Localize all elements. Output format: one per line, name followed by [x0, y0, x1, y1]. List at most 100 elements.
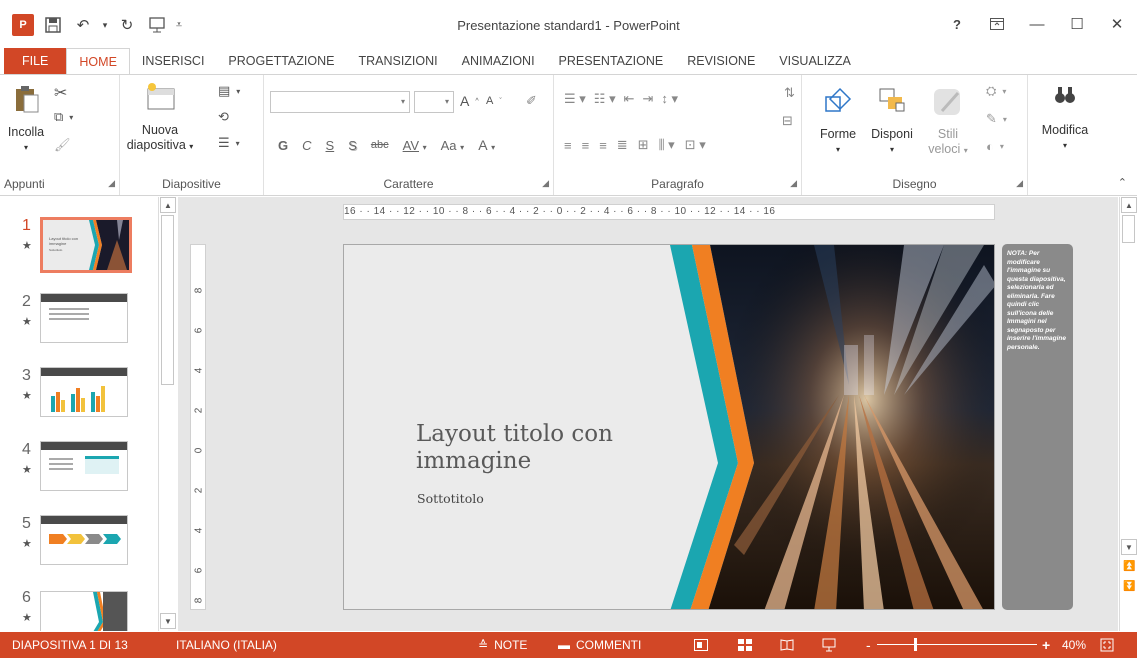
- smartart-icon[interactable]: ⊡ ▾: [685, 137, 706, 153]
- undo-dropdown-icon[interactable]: ▾: [98, 14, 112, 36]
- copy-button[interactable]: ⧉ ▾: [54, 109, 73, 125]
- previous-slide-icon[interactable]: ⏫: [1123, 561, 1135, 572]
- font-name-combo[interactable]: ▾: [270, 91, 410, 113]
- numbering-icon[interactable]: ☷ ▾: [594, 91, 616, 107]
- ribbon-display-options-icon[interactable]: [977, 10, 1017, 38]
- shrink-font-button[interactable]: Aˇ: [486, 95, 502, 107]
- text-direction-icon[interactable]: ⇅: [784, 85, 795, 101]
- underline-button[interactable]: S: [326, 138, 335, 153]
- clipboard-launcher-icon[interactable]: ◢: [108, 178, 115, 189]
- shapes-button[interactable]: Forme ▾: [812, 85, 864, 157]
- tab-file[interactable]: FILE: [4, 48, 67, 74]
- decrease-indent-icon[interactable]: ⇤: [624, 91, 635, 107]
- tab-slideshow[interactable]: PRESENTAZIONE: [547, 48, 676, 74]
- thumbnails-scrollbar[interactable]: ▲ ▼: [158, 197, 176, 631]
- increase-indent-icon[interactable]: ⇥: [643, 91, 654, 107]
- grow-font-button[interactable]: A ^: [460, 93, 479, 109]
- strikethrough-button[interactable]: abc: [371, 139, 389, 151]
- customize-qat-icon[interactable]: ⩡: [172, 14, 186, 36]
- paste-button[interactable]: Incolla ▾: [4, 83, 48, 155]
- fit-slide-icon[interactable]: [1100, 632, 1114, 658]
- section-button[interactable]: ☰ ▾: [218, 135, 240, 151]
- change-case-button[interactable]: Aa ▾: [441, 138, 465, 153]
- tab-view[interactable]: VISUALIZZA: [767, 48, 863, 74]
- slide-subtitle[interactable]: Sottotitolo: [417, 491, 484, 506]
- font-size-combo[interactable]: ▾: [414, 91, 454, 113]
- slide-scrollbar[interactable]: ▲ ▼ ⏫ ⏬: [1119, 197, 1137, 631]
- normal-view-icon[interactable]: [694, 632, 708, 658]
- cut-button[interactable]: ✂: [54, 83, 67, 103]
- slide-thumbnail-3[interactable]: [40, 367, 128, 417]
- bold-button[interactable]: G: [278, 138, 288, 153]
- thumbnails-scroll-thumb[interactable]: [161, 215, 174, 385]
- zoom-out-button[interactable]: -: [866, 632, 871, 658]
- bullets-icon[interactable]: ☰ ▾: [564, 91, 586, 107]
- align-center-icon[interactable]: ≡: [582, 138, 590, 153]
- zoom-in-button[interactable]: +: [1042, 632, 1050, 658]
- close-icon[interactable]: ✕: [1097, 10, 1137, 38]
- undo-icon[interactable]: ↶: [68, 14, 98, 36]
- tab-home[interactable]: HOME: [66, 48, 130, 75]
- start-from-beginning-icon[interactable]: [142, 14, 172, 36]
- reset-button[interactable]: ⟲: [218, 109, 229, 125]
- format-painter-button[interactable]: 🖌: [54, 137, 71, 153]
- character-spacing-button[interactable]: AV ▾: [403, 138, 427, 153]
- scroll-up-icon[interactable]: ▲: [1121, 197, 1137, 213]
- columns-icon[interactable]: ⫼ ▾: [659, 137, 675, 153]
- slide-count-status[interactable]: DIAPOSITIVA 1 DI 13: [12, 632, 128, 658]
- scroll-down-icon[interactable]: ▼: [160, 613, 176, 629]
- reading-view-icon[interactable]: [780, 632, 794, 658]
- help-button[interactable]: ?: [937, 10, 977, 38]
- drawing-launcher-icon[interactable]: ◢: [1016, 178, 1023, 189]
- clear-formatting-button[interactable]: ✐: [526, 93, 537, 109]
- save-icon[interactable]: [38, 14, 68, 36]
- slide-thumbnail-5[interactable]: [40, 515, 128, 565]
- shape-outline-button[interactable]: ✎ ▾: [986, 111, 1007, 127]
- italic-button[interactable]: C: [302, 138, 311, 153]
- slideshow-view-icon[interactable]: [822, 632, 836, 658]
- arrange-button[interactable]: Disponi ▾: [866, 85, 918, 157]
- slide-thumbnail-1[interactable]: Layout titolo con immagine Sottotitolo: [40, 217, 132, 273]
- minimize-icon[interactable]: —: [1017, 10, 1057, 38]
- font-color-button[interactable]: A ▾: [478, 137, 495, 153]
- quick-styles-button[interactable]: Stili veloci ▾: [922, 85, 974, 158]
- zoom-slider-thumb[interactable]: [914, 638, 917, 651]
- align-right-icon[interactable]: ≡: [599, 138, 607, 153]
- slide-sorter-icon[interactable]: [738, 632, 752, 658]
- next-slide-icon[interactable]: ⏬: [1123, 581, 1135, 592]
- line-spacing-icon[interactable]: ↕ ▾: [661, 91, 678, 107]
- shape-effects-button[interactable]: ◐ ▾: [986, 139, 1004, 154]
- redo-icon[interactable]: ↻: [112, 14, 142, 36]
- tab-transitions[interactable]: TRANSIZIONI: [346, 48, 449, 74]
- paragraph-launcher-icon[interactable]: ◢: [790, 178, 797, 189]
- font-launcher-icon[interactable]: ◢: [542, 178, 549, 189]
- new-slide-button[interactable]: Nuova diapositiva ▾: [122, 81, 198, 154]
- shadow-button[interactable]: S: [348, 138, 357, 153]
- slide-scroll-thumb[interactable]: [1122, 215, 1135, 243]
- editing-button[interactable]: Modifica ▾: [1032, 83, 1098, 153]
- zoom-level[interactable]: 40%: [1062, 632, 1086, 658]
- slide-thumbnail-4[interactable]: [40, 441, 128, 491]
- scroll-down-icon[interactable]: ▼: [1121, 539, 1137, 555]
- slide-thumbnail-2[interactable]: [40, 293, 128, 343]
- tab-design[interactable]: PROGETTAZIONE: [216, 48, 346, 74]
- current-slide[interactable]: Layout titolo con immagine Sottotitolo: [343, 244, 995, 610]
- align-left-icon[interactable]: ≡: [564, 138, 572, 153]
- app-icon[interactable]: P: [8, 14, 38, 36]
- tab-review[interactable]: REVISIONE: [675, 48, 767, 74]
- slide-title[interactable]: Layout titolo con immagine: [416, 421, 676, 475]
- zoom-slider-track[interactable]: [877, 644, 1037, 645]
- notes-button[interactable]: ≙ NOTE: [478, 632, 527, 658]
- collapse-ribbon-icon[interactable]: ⌃: [1118, 176, 1127, 189]
- distributed-icon[interactable]: ⊞: [638, 137, 649, 153]
- align-text-button[interactable]: ⊟: [782, 113, 793, 129]
- language-status[interactable]: ITALIANO (ITALIA): [176, 632, 277, 658]
- scroll-up-icon[interactable]: ▲: [160, 197, 176, 213]
- maximize-icon[interactable]: ☐: [1057, 10, 1097, 38]
- comments-button[interactable]: ▬ COMMENTI: [558, 632, 641, 658]
- layout-button[interactable]: ▤ ▾: [218, 83, 240, 99]
- tab-animations[interactable]: ANIMAZIONI: [450, 48, 547, 74]
- justify-icon[interactable]: ≣: [617, 137, 628, 153]
- shape-fill-button[interactable]: ⛭ ▾: [986, 83, 1006, 99]
- slide-thumbnail-6[interactable]: [40, 591, 128, 631]
